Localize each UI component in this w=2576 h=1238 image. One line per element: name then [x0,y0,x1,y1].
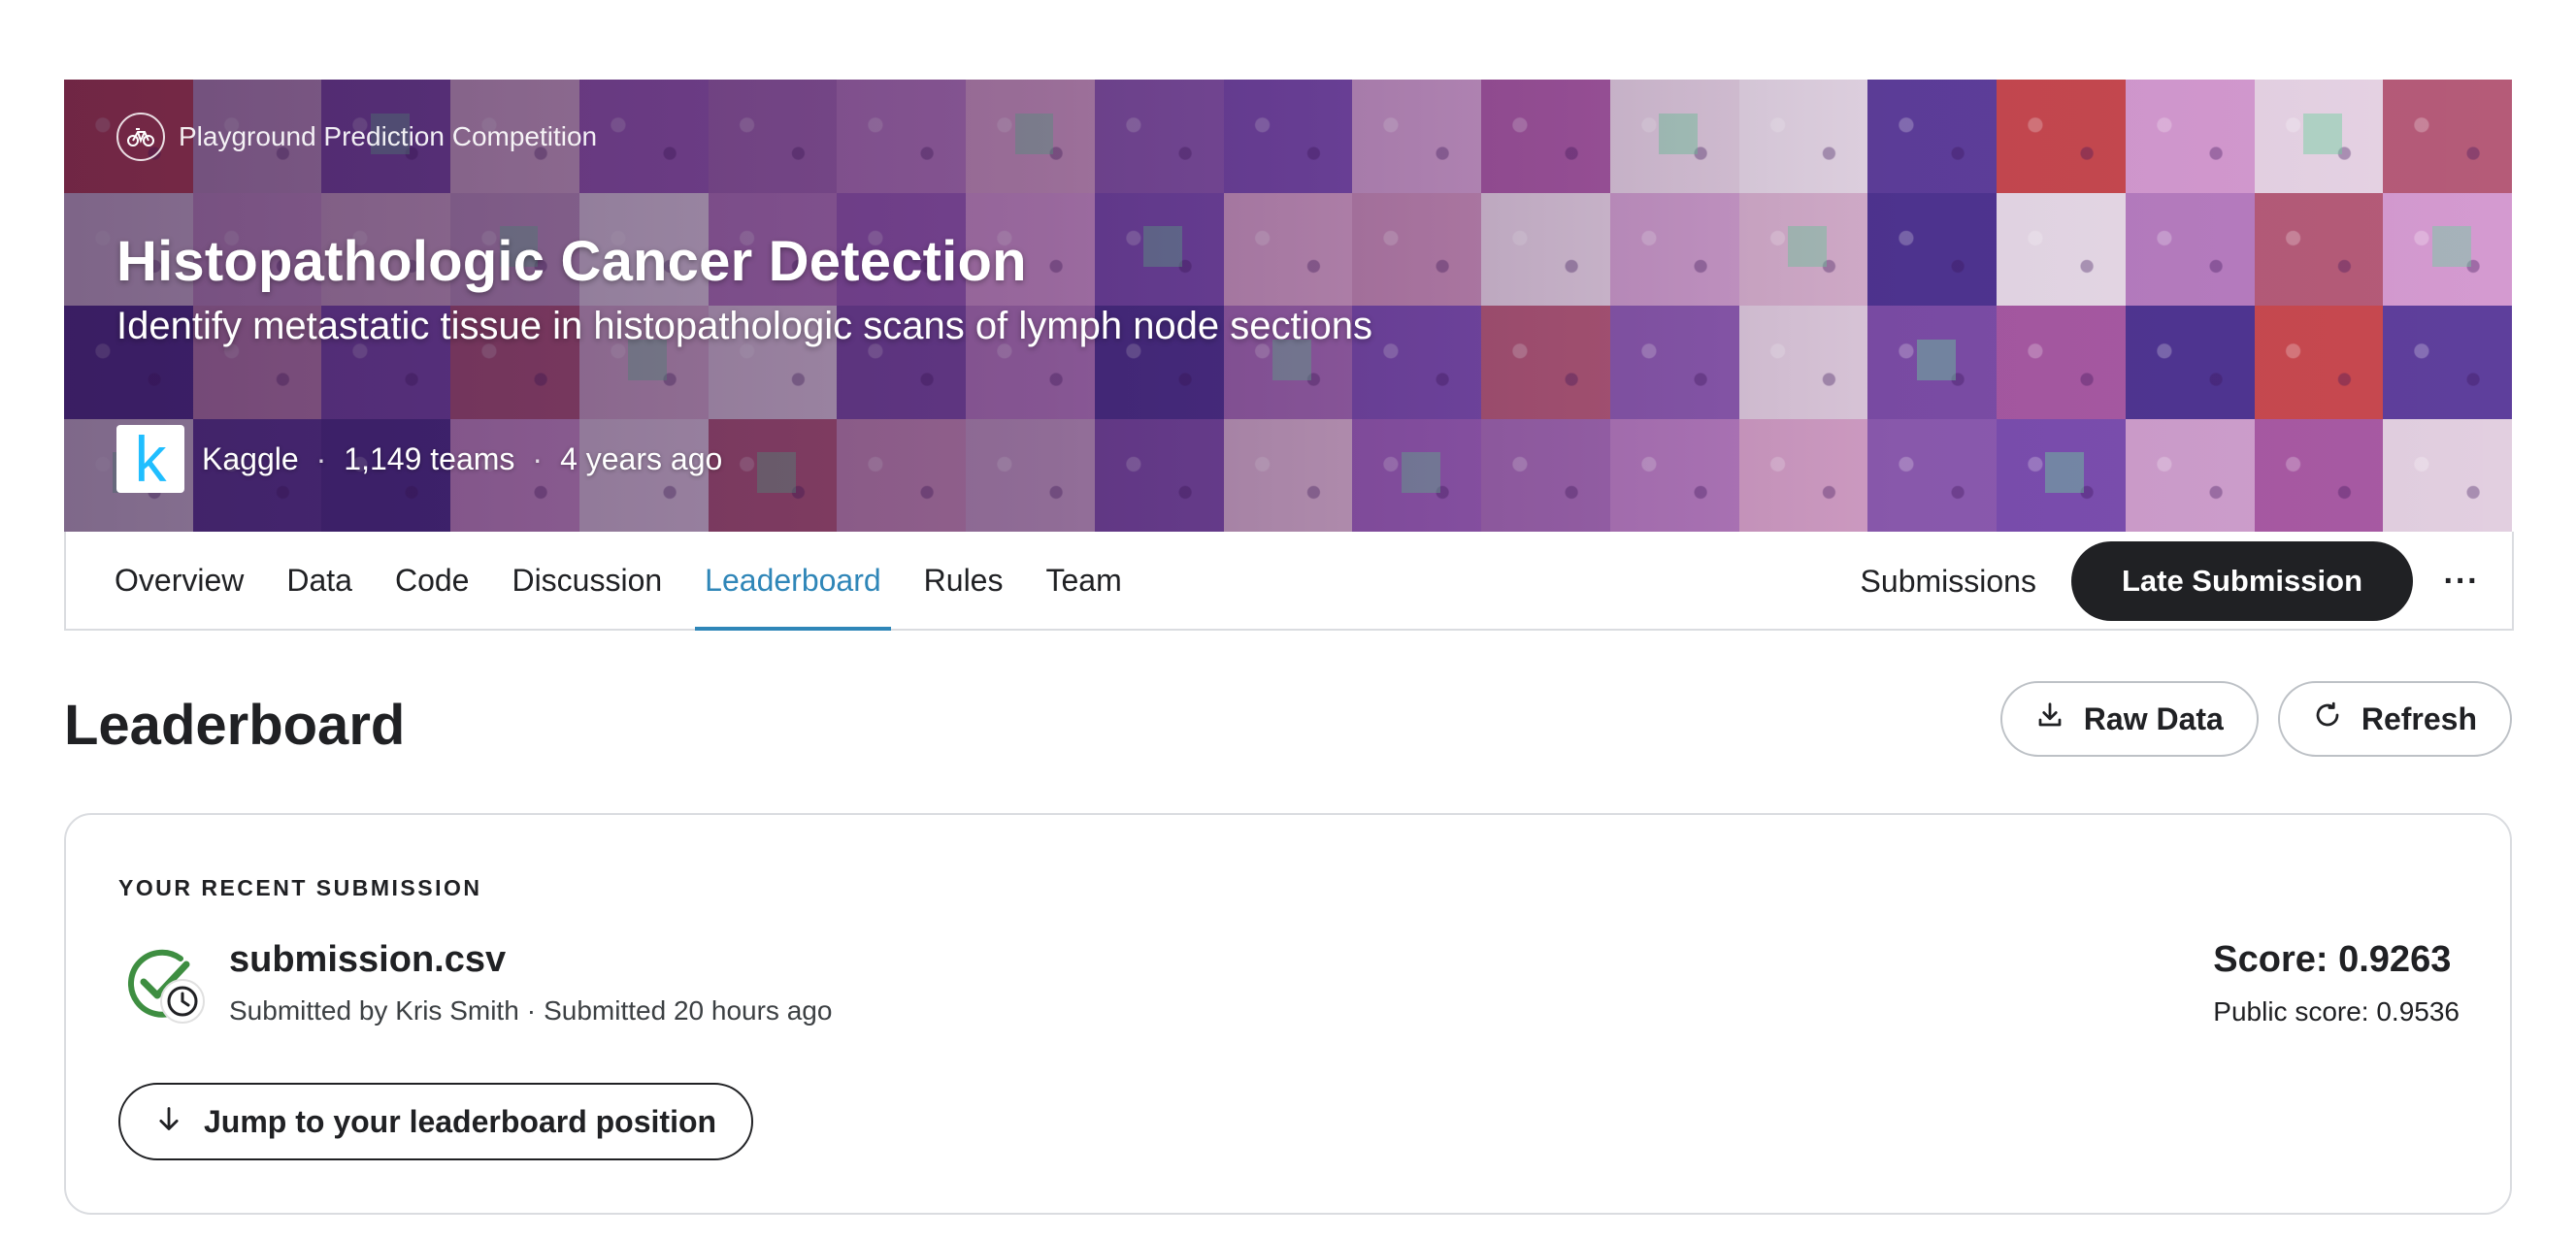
competition-title: Histopathologic Cancer Detection [116,230,1027,293]
arrow-down-icon [155,1104,182,1140]
score-block: Score: 0.9263 Public score: 0.9536 [2213,939,2460,1027]
tab-code[interactable]: Code [385,532,479,629]
competition-type-label: Playground Prediction Competition [179,121,598,151]
section-label: YOUR RECENT SUBMISSION [118,875,482,900]
private-score: Score: 0.9263 [2213,939,2452,980]
jump-label: Jump to your leaderboard position [204,1103,717,1139]
refresh-button[interactable]: Refresh [2277,681,2512,757]
submission-file-name[interactable]: submission.csv [229,939,506,981]
tab-rules[interactable]: Rules [914,532,1013,629]
tab-leaderboard[interactable]: Leaderboard [695,532,892,631]
tab-actions: Submissions Late Submission ··· [1861,541,2491,621]
raw-data-button[interactable]: Raw Data [1999,681,2259,757]
leaderboard-actions: Raw Data Refresh [1999,681,2512,757]
tab-data[interactable]: Data [277,532,362,629]
competition-age: 4 years ago [560,440,723,476]
competition-subtitle: Identify metastatic tissue in histopatho… [116,305,1373,347]
tab-overview[interactable]: Overview [105,532,253,629]
host-name[interactable]: Kaggle [202,441,299,477]
page-title: Leaderboard [64,694,406,757]
late-submission-button[interactable]: Late Submission [2070,541,2413,621]
competition-type: Playground Prediction Competition [116,113,597,161]
separator-dot: · [532,440,544,476]
public-score: Public score: 0.9536 [2213,996,2460,1026]
submission-pending-check-icon [120,941,210,1030]
submitted-time: Submitted 20 hours ago [544,995,833,1026]
submissions-link[interactable]: Submissions [1861,564,2036,600]
page: Playground Prediction Competition Histop… [0,0,2576,1238]
refresh-label: Refresh [2361,700,2477,736]
tab-discussion[interactable]: Discussion [502,532,672,629]
refresh-icon [2313,700,2342,737]
tab-team[interactable]: Team [1036,532,1131,629]
tab-list: Overview Data Code Discussion Leaderboard Rul… [105,532,1155,631]
kaggle-logo-icon[interactable]: k [116,425,184,493]
submission-meta: Submitted by Kris Smith · Submitted 20 h… [229,995,832,1026]
team-count: 1,149 teams [344,440,515,476]
recent-submission-card: YOUR RECENT SUBMISSION submission.csv Su… [64,813,2512,1215]
separator-dot: · [526,995,537,1026]
bicycle-icon [116,113,165,161]
submitted-by: Submitted by Kris Smith [229,995,519,1026]
competition-tab-bar: Overview Data Code Discussion Leaderboard Rul… [64,532,2514,631]
host-info: k Kaggle · 1,149 teams · 4 years ago [116,425,722,493]
raw-data-label: Raw Data [2083,700,2224,736]
download-icon [2035,700,2064,737]
jump-to-position-button[interactable]: Jump to your leaderboard position [118,1083,754,1160]
more-options-icon[interactable]: ··· [2432,552,2491,610]
separator-dot: · [315,440,327,476]
competition-banner: Playground Prediction Competition Histop… [64,80,2512,532]
